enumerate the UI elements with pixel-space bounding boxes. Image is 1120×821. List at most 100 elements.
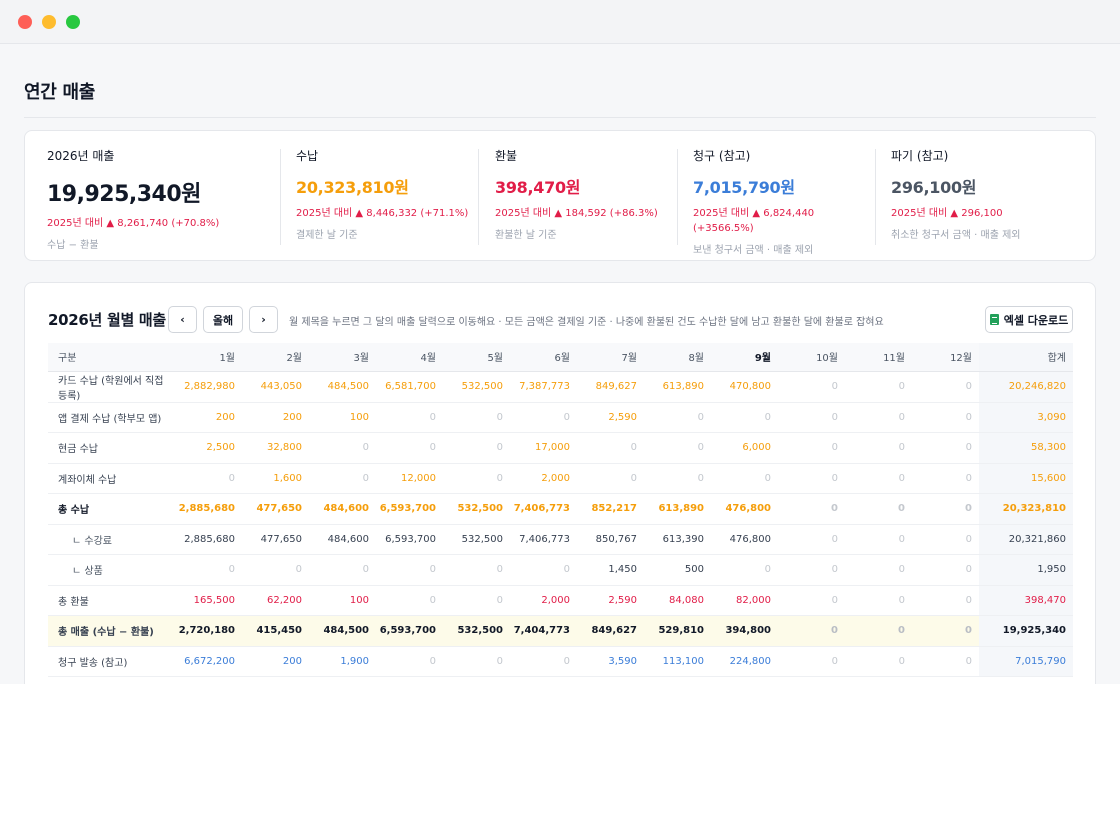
month-header[interactable]: 12월 [912,343,979,372]
month-cell: 0 [845,371,912,403]
table-header-row: 구분 1월 2월 3월 4월 5월 6월 7월 8월 9월 10월 11월 12… [48,343,1073,372]
month-header[interactable]: 5월 [443,343,510,372]
month-cell: 532,500 [443,615,510,647]
stat-delta: 2025년 대비 ▲ 8,261,740 (+70.8%) [47,218,220,229]
stat-divider [677,149,678,245]
month-cell: 529,810 [644,615,711,647]
month-cell: 0 [644,402,711,433]
row-label: 총 수납 [48,493,175,525]
total-cell: 58,300 [979,432,1073,464]
summary-card: 2026년 매출 19,925,340원 2025년 대비 ▲ 8,261,74… [24,130,1096,261]
month-header-current[interactable]: 9월 [711,343,778,372]
month-cell: 2,000 [510,585,577,616]
month-cell: 32,800 [242,432,309,464]
month-cell: 0 [912,371,979,403]
minimize-window-button[interactable] [42,15,56,29]
month-cell: 0 [912,615,979,647]
month-cell: 0 [845,432,912,464]
stat-delta: 2025년 대비 ▲ 296,100 [891,208,1003,219]
app-window: 연간 매출 2026년 매출 19,925,340원 2025년 대비 ▲ 8,… [0,0,1120,684]
month-cell: 613,390 [644,524,711,555]
column-header: 구분 [48,343,175,372]
month-cell: 0 [912,493,979,525]
month-cell: 0 [644,432,711,464]
row-transfer: 계좌이체 수납 0 1,600 0 12,000 0 2,000 0 0 0 0 0 0 15,600 [48,463,1073,494]
month-cell: 0 [376,646,443,677]
total-header: 합계 [979,343,1073,372]
month-cell: 6,581,700 [376,371,443,403]
month-cell: 849,627 [577,371,644,403]
month-header[interactable]: 7월 [577,343,644,372]
month-cell: 62,200 [242,585,309,616]
month-cell: 0 [376,402,443,433]
month-cell: 2,882,980 [175,371,242,403]
close-window-button[interactable] [18,15,32,29]
month-cell: 0 [778,524,845,555]
month-cell: 200 [242,402,309,433]
month-cell: 12,000 [376,463,443,494]
month-cell: 165,500 [175,585,242,616]
month-cell: 613,890 [644,493,711,525]
this-year-button[interactable]: 올해 [203,306,243,333]
month-header[interactable]: 4월 [376,343,443,372]
prev-year-button[interactable]: ‹ [168,306,197,333]
month-cell: 200 [175,402,242,433]
month-cell: 0 [778,463,845,494]
next-year-button[interactable]: › [249,306,278,333]
month-cell: 0 [443,463,510,494]
month-cell: 477,650 [242,524,309,555]
month-cell: 0 [845,615,912,647]
month-cell: 0 [376,432,443,464]
month-cell: 849,627 [577,615,644,647]
month-cell: 17,000 [510,432,577,464]
month-cell: 0 [443,646,510,677]
month-cell: 0 [912,463,979,494]
total-cell: 3,090 [979,402,1073,433]
row-net-sales: 총 매출 (수납 − 환불) 2,720,180 415,450 484,500 6,5… [48,615,1073,647]
month-header[interactable]: 10월 [778,343,845,372]
month-cell: 2,590 [577,585,644,616]
stat-revenue: 2026년 매출 19,925,340원 2025년 대비 ▲ 8,261,74… [47,147,277,251]
row-label: 앱 결제 수납 (학부모 앱) [48,402,175,433]
month-cell: 1,900 [309,646,376,677]
month-cell: 850,767 [577,524,644,555]
excel-download-button[interactable]: 엑셀 다운로드 [985,306,1073,333]
row-products: ㄴ 상품 0 0 0 0 0 0 1,450 500 0 0 0 0 1,950 [48,554,1073,586]
total-cell: 20,321,860 [979,524,1073,555]
month-header[interactable]: 8월 [644,343,711,372]
month-cell: 0 [443,402,510,433]
month-cell: 0 [376,554,443,586]
stat-divider [478,149,479,245]
month-cell: 0 [845,402,912,433]
stat-delta: 2025년 대비 ▲ 6,824,440 (+3566.5%) [693,208,815,234]
stat-delta: 2025년 대비 ▲ 8,446,332 (+71.1%) [296,208,469,219]
monthly-sales-card: 2026년 월별 매출 ‹ 올해 › 월 제목을 누르면 그 달의 매출 달력으… [24,282,1096,684]
month-header[interactable]: 3월 [309,343,376,372]
stat-note: 취소한 청구서 금액 · 매출 제외 [891,230,1021,241]
row-label: 계좌이체 수납 [48,463,175,494]
month-header[interactable]: 11월 [845,343,912,372]
month-cell: 484,500 [309,371,376,403]
month-cell: 500 [644,554,711,586]
row-label: 현금 수납 [48,432,175,464]
month-cell: 0 [175,554,242,586]
stat-collected: 수납 20,323,810원 2025년 대비 ▲ 8,446,332 (+71… [296,147,476,241]
row-label: ㄴ 수강료 [48,524,175,555]
month-header[interactable]: 1월 [175,343,242,372]
month-cell: 0 [912,524,979,555]
month-header[interactable]: 2월 [242,343,309,372]
stat-label: 수납 [296,149,319,163]
total-cell: 20,246,820 [979,371,1073,403]
month-header[interactable]: 6월 [510,343,577,372]
month-cell: 0 [443,585,510,616]
month-cell: 0 [845,646,912,677]
month-cell: 477,650 [242,493,309,525]
month-cell: 0 [912,646,979,677]
month-cell: 443,050 [242,371,309,403]
month-cell: 394,800 [711,615,778,647]
month-cell: 0 [376,585,443,616]
month-cell: 0 [912,432,979,464]
maximize-window-button[interactable] [66,15,80,29]
stat-note: 결제한 날 기준 [296,230,358,241]
excel-download-label: 엑셀 다운로드 [1003,313,1069,327]
